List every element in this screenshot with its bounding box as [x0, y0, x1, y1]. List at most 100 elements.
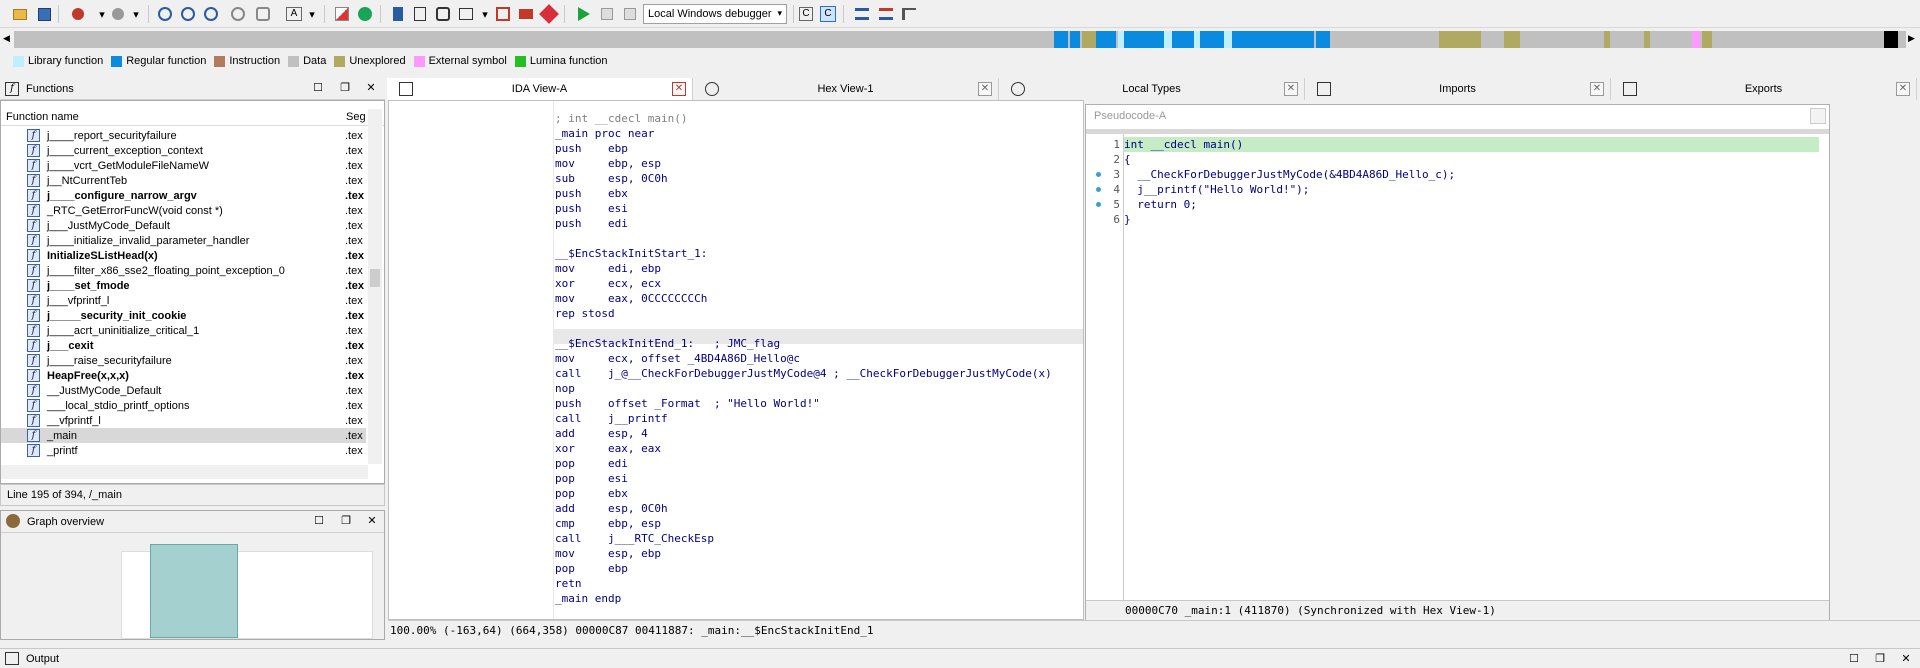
functions-horizontal-scrollbar[interactable] — [1, 465, 368, 479]
close-icon[interactable]: ✕ — [1896, 82, 1910, 96]
jump-forward-icon[interactable] — [108, 4, 128, 24]
function-row[interactable]: f j____filter_x86_sse2_floating_point_exc… — [1, 263, 366, 278]
function-row[interactable]: f j____acrt_uninitialize_critical_1 .tex — [1, 323, 366, 338]
ida-view-disassembly[interactable]: ; int __cdecl main() _main proc near push … — [388, 100, 1084, 620]
function-row[interactable]: f j___cexit .tex — [1, 338, 366, 353]
tab-local-types[interactable]: Local Types ✕ — [999, 78, 1305, 100]
assembly-line[interactable]: __$EncStackInitEnd_1: ; JMC_flag — [555, 336, 780, 351]
open-icon[interactable] — [10, 4, 30, 24]
tab-ida-view-a[interactable]: IDA View-A ✕ — [387, 78, 693, 100]
navigate-icon[interactable] — [388, 4, 408, 24]
function-row[interactable]: f HeapFree(x,x,x) .tex — [1, 368, 366, 383]
list-marked-icon[interactable] — [876, 4, 896, 24]
column-segment[interactable]: Seg — [346, 111, 366, 123]
function-row[interactable]: f j____set_fmode .tex — [1, 278, 366, 293]
assembly-line[interactable]: pop edi — [555, 456, 628, 471]
list-tree-icon[interactable] — [899, 4, 919, 24]
breakpoint-dot-icon[interactable] — [1096, 172, 1101, 177]
assembly-line[interactable]: retn — [555, 576, 582, 591]
close-icon[interactable]: ✕ — [1284, 82, 1298, 96]
assembly-line[interactable]: xor ecx, ecx — [555, 276, 661, 291]
pseudocode-line[interactable]: __CheckForDebuggerJustMyCode(&4BD4A86D_H… — [1124, 167, 1455, 182]
run-icon[interactable] — [574, 4, 594, 24]
pseudocode-panel[interactable]: Pseudocode-A 1 int __cdecl main() 2{3 __Ch… — [1085, 104, 1830, 621]
tab-hex-view-1[interactable]: Hex View-1 ✕ — [693, 78, 999, 100]
graph-overview-viewport[interactable] — [150, 544, 238, 638]
maximize-icon[interactable]: ☐ — [312, 514, 326, 528]
assembly-line[interactable]: _main proc near — [555, 126, 654, 141]
maximize-icon[interactable]: ☐ — [1847, 652, 1861, 666]
function-row[interactable]: f j__NtCurrentTeb .tex — [1, 173, 366, 188]
assembly-line[interactable]: pop ebp — [555, 561, 628, 576]
text-icon[interactable]: A — [284, 4, 304, 24]
close-icon[interactable]: ✕ — [364, 81, 378, 95]
graph-icon[interactable] — [155, 4, 175, 24]
function-row[interactable]: f j___JustMyCode_Default .tex — [1, 218, 366, 233]
function-row[interactable]: f __vfprintf_l .tex — [1, 413, 366, 428]
assembly-line[interactable]: _main endp — [555, 591, 621, 606]
navigation-strip[interactable] — [14, 31, 1906, 48]
cross-ref-icon[interactable] — [433, 4, 453, 24]
function-icon[interactable] — [253, 4, 273, 24]
assembly-line[interactable]: pop esi — [555, 471, 628, 486]
jump-forward-dropdown-icon[interactable]: ▾ — [126, 4, 146, 24]
function-row[interactable]: f j___vfprintf_l .tex — [1, 293, 366, 308]
assembly-line[interactable]: call j__printf — [555, 411, 668, 426]
decompile-icon[interactable]: C — [796, 4, 816, 24]
segments-icon[interactable] — [410, 4, 430, 24]
assembly-line[interactable]: cmp ebp, esp — [555, 516, 661, 531]
close-icon[interactable]: ✕ — [365, 514, 379, 528]
function-row[interactable]: f j____vcrt_GetModuleFileNameW .tex — [1, 158, 366, 173]
names-icon[interactable] — [456, 4, 476, 24]
breakpoint-dot-icon[interactable] — [1096, 187, 1101, 192]
proximity-icon[interactable] — [201, 4, 221, 24]
close-icon[interactable]: ✕ — [978, 82, 992, 96]
close-icon[interactable]: ✕ — [1590, 82, 1604, 96]
column-function-name[interactable]: Function name — [6, 111, 79, 123]
function-row[interactable]: f j____current_exception_context .tex — [1, 143, 366, 158]
save-icon[interactable] — [34, 4, 54, 24]
assembly-line[interactable]: mov ebp, esp — [555, 156, 661, 171]
stop-icon[interactable] — [620, 4, 640, 24]
warning-icon[interactable] — [332, 4, 352, 24]
pseudocode-line[interactable]: int __cdecl main() — [1124, 137, 1243, 152]
maximize-icon[interactable]: ☐ — [311, 81, 325, 95]
assembly-line[interactable]: push ebx — [555, 186, 628, 201]
function-row[interactable]: f __JustMyCode_Default .tex — [1, 383, 366, 398]
assembly-line[interactable]: xor eax, eax — [555, 441, 661, 456]
breakpoint-dot-icon[interactable] — [1096, 202, 1101, 207]
graph-overview-canvas[interactable] — [121, 544, 373, 639]
assembly-line[interactable]: push ebp — [555, 141, 628, 156]
assembly-line[interactable]: mov edi, ebp — [555, 261, 661, 276]
function-row[interactable]: f j____initialize_invalid_parameter_handl… — [1, 233, 366, 248]
function-row[interactable]: f ___local_stdio_printf_options .tex — [1, 398, 366, 413]
function-row[interactable]: f j____configure_narrow_argv .tex — [1, 188, 366, 203]
assembly-line[interactable]: __$EncStackInitStart_1: — [555, 246, 707, 261]
pseudocode-line[interactable]: { — [1124, 152, 1131, 167]
assembly-line[interactable]: push offset _Format ; "Hello World!" — [555, 396, 820, 411]
assembly-line[interactable]: nop — [555, 381, 575, 396]
restore-icon[interactable]: ❐ — [339, 514, 353, 528]
nav-right-arrow-icon[interactable]: ▶ — [1908, 33, 1915, 44]
pseudocode-line[interactable]: j__printf("Hello World!"); — [1124, 182, 1309, 197]
refresh-icon[interactable] — [228, 4, 248, 24]
assembly-line[interactable]: mov ecx, offset _4BD4A86D_Hello@c — [555, 351, 800, 366]
assembly-line[interactable]: mov esp, ebp — [555, 546, 661, 561]
function-row[interactable]: f j____raise_securityfailure .tex — [1, 353, 366, 368]
tab-exports[interactable]: Exports ✕ — [1611, 78, 1917, 100]
function-row[interactable]: f j____report_securityfailure .tex — [1, 128, 366, 143]
scrollbar-thumb[interactable] — [370, 269, 380, 287]
breakpoint-icon[interactable] — [493, 4, 513, 24]
debugger-select[interactable]: Local Windows debugger ▾ — [643, 4, 787, 24]
function-row[interactable]: f _main .tex — [1, 428, 366, 443]
assembly-line[interactable]: add esp, 0C0h — [555, 501, 668, 516]
names-dropdown-icon[interactable]: ▾ — [475, 4, 495, 24]
pseudocode-line[interactable]: } — [1124, 212, 1131, 227]
stop-sign-icon[interactable] — [539, 4, 559, 24]
function-row[interactable]: f j_____security_init_cookie .tex — [1, 308, 366, 323]
restore-icon[interactable]: ❐ — [1873, 652, 1887, 666]
assembly-line[interactable]: push esi — [555, 201, 628, 216]
list-icon[interactable] — [852, 4, 872, 24]
assembly-line[interactable]: sub esp, 0C0h — [555, 171, 668, 186]
functions-vertical-scrollbar[interactable] — [368, 109, 382, 464]
